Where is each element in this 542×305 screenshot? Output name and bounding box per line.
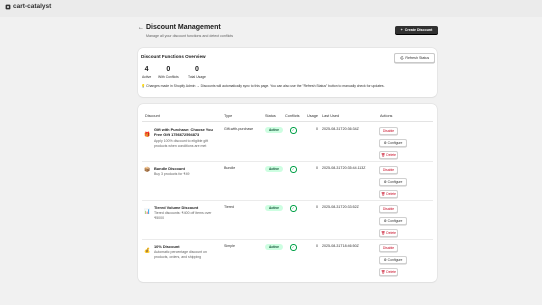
configure-label: Configure [387,141,403,145]
last-used-date: 2025-08-31T20:35:44.113Z [322,166,366,170]
configure-label: Configure [387,258,403,262]
discount-name: 10% Discount [154,244,180,249]
refresh-icon [400,56,404,60]
refresh-status-label: Refresh Status [405,56,430,60]
stat-label: Total Usage [188,75,206,79]
delete-label: Delete [386,192,397,196]
trash-icon: 🗑 [380,153,386,157]
plus-icon: + [400,28,403,32]
configure-button[interactable]: ⚙ Configure [379,139,407,147]
stat-total-usage: 0 Total Usage [188,66,206,79]
table-row: 📊 Tiered Volume Discount Tiered discount… [138,201,437,238]
package-icon: 📦 [144,167,151,173]
trash-icon: 🗑 [380,192,386,196]
usage-count: 0 [316,166,318,170]
usage-count: 0 [316,205,318,209]
gift-icon: 🎁 [144,132,151,138]
top-bar: cart-catalyst [0,0,542,17]
back-arrow-icon[interactable]: ← [138,25,144,31]
gear-icon: ⚙ [383,258,387,262]
usage-count: 0 [316,244,318,248]
last-used-date: 2025-08-31T20:36:34Z [322,127,359,131]
no-conflict-check-icon: ✓ [290,244,297,251]
discount-description: Tiered discounts: ₹400 off items over ₹5… [154,211,212,220]
stat-value: 0 [166,66,171,73]
create-discount-label: Create Discount [404,28,433,32]
discounts-table-card: Discount Type Status Conflicts Usage Las… [138,104,437,282]
disable-button[interactable]: Disable [379,166,398,174]
configure-button[interactable]: ⚙ Configure [379,256,407,264]
discount-name: Bundle Discount [154,166,185,171]
stat-value: 0 [195,66,199,73]
table-row: 🎁 Gift with Purchase: Choose You Free Gi… [138,123,437,160]
delete-button[interactable]: 🗑 Delete [379,190,398,198]
delete-label: Delete [386,231,397,235]
page-title: Discount Management [146,24,221,31]
no-conflict-check-icon: ✓ [290,205,297,212]
gear-icon: ⚙ [383,180,387,184]
discount-type: Tiered [224,205,235,209]
column-header-usage: Usage [307,114,318,118]
discount-description: Buy 3 products for ₹49 [154,172,190,176]
column-header-conflicts: Conflicts [285,114,300,118]
discount-type: Simple [224,244,235,248]
delete-button[interactable]: 🗑 Delete [379,151,398,159]
column-header-discount: Discount [145,114,160,118]
discount-description: Apply 100% discount to eligible gift pro… [154,139,209,148]
no-conflict-check-icon: ✓ [290,166,297,173]
usage-count: 0 [316,127,318,131]
stat-conflicts: 0 With Conflicts [158,66,179,79]
app-logo-icon [5,4,11,9]
money-bag-icon: 💰 [144,248,151,254]
last-used-date: 2025-08-31T20:33:52Z [322,205,359,209]
stat-label: With Conflicts [158,75,179,79]
configure-button[interactable]: ⚙ Configure [379,178,407,186]
discount-name: Gift with Purchase: Choose You Free Gift… [154,127,213,137]
app-header[interactable]: cart-catalyst [5,3,51,10]
discount-type: Gift-with-purchase [224,127,254,131]
column-header-type: Type [224,114,233,118]
status-badge: Active [265,166,283,172]
delete-label: Delete [386,270,397,274]
app-name: cart-catalyst [13,3,52,10]
header-divider [142,121,433,122]
disable-button[interactable]: Disable [379,205,398,213]
column-header-last-used: Last Used [322,114,340,118]
delete-button[interactable]: 🗑 Delete [379,268,398,276]
page-subtitle: Manage all your discount functions and d… [146,34,234,38]
status-badge: Active [265,205,283,211]
status-badge: Active [265,127,283,133]
status-badge: Active [265,244,283,250]
page-header: ← Discount Management Manage all your di… [138,24,438,46]
gear-icon: ⚙ [383,219,387,223]
create-discount-button[interactable]: + Create Discount [395,26,438,34]
last-used-date: 2025-08-31T18:46:50Z [322,244,359,248]
trash-icon: 🗑 [380,231,386,235]
stat-active: 4 Active [142,66,151,79]
table-row: 📦 Bundle Discount Buy 3 products for ₹49… [138,162,437,199]
configure-label: Configure [387,180,403,184]
discount-name: Tiered Volume Discount [154,205,199,210]
refresh-status-button[interactable]: Refresh Status [394,53,435,63]
configure-label: Configure [387,219,403,223]
delete-label: Delete [386,153,397,157]
overview-card: Discount Functions Overview Refresh Stat… [138,48,437,97]
gear-icon: ⚙ [383,141,387,145]
discount-type: Bundle [224,166,236,170]
trash-icon: 🗑 [380,270,386,274]
disable-button[interactable]: Disable [379,244,398,252]
no-conflict-check-icon: ✓ [290,127,297,134]
stat-label: Active [142,75,152,79]
delete-button[interactable]: 🗑 Delete [379,229,398,237]
column-header-status: Status [265,114,276,118]
column-header-actions: Actions [380,114,393,118]
overview-title: Discount Functions Overview [141,54,206,59]
stat-value: 4 [144,66,149,73]
table-row: 💰 10% Discount Automatic percentage disc… [138,240,437,277]
configure-button[interactable]: ⚙ Configure [379,217,407,225]
discount-description: Automatic percentage discount on product… [154,250,207,259]
disable-button[interactable]: Disable [379,127,398,135]
chart-icon: 📊 [144,209,151,215]
sync-notice: 💡 Changes made in Shopify Admin → Discou… [141,84,385,88]
